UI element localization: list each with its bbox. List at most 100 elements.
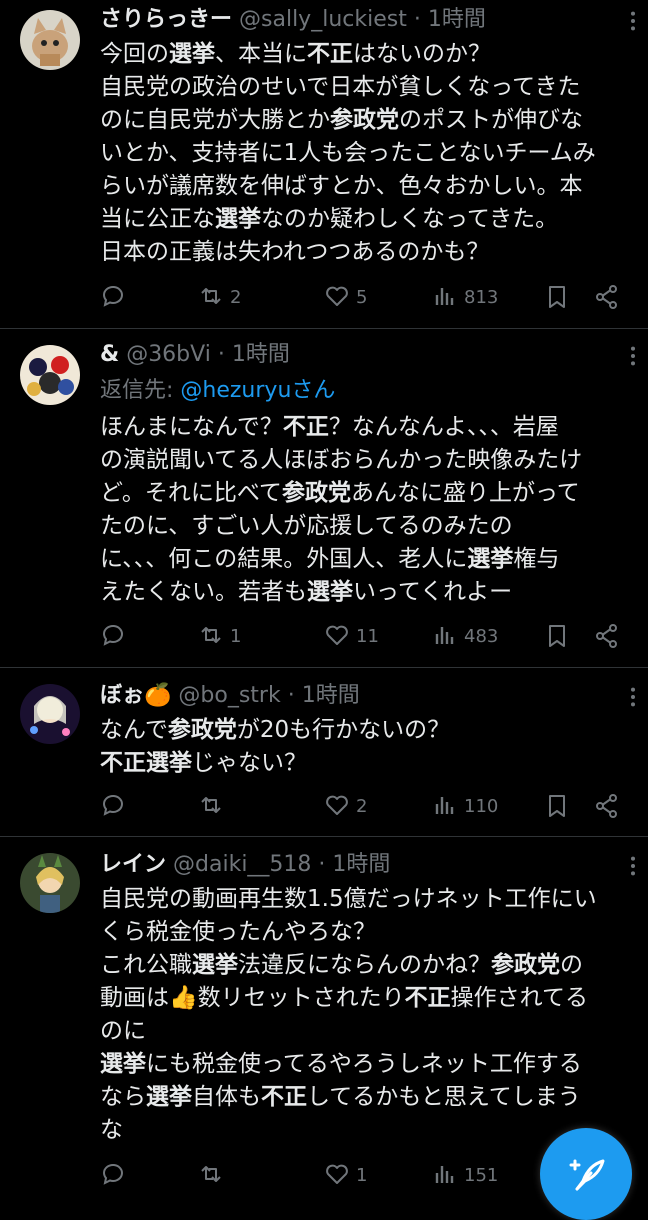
reply-to-line: 返信先: @hezuryuさん [100,373,630,411]
more-icon[interactable] [622,686,644,708]
retweet-button[interactable]: 1 [198,616,241,656]
share-button[interactable] [594,616,626,656]
share-button[interactable] [594,786,626,826]
timestamp[interactable]: 1時間 [232,342,290,367]
bookmark-button[interactable] [544,786,576,826]
tweet-1[interactable]: さりらっきー @sally_luckiest · 1時間 今回の選挙、本当に不正… [0,0,648,329]
avatar[interactable] [20,10,80,70]
timestamp[interactable]: 1時間 [332,852,390,877]
user-handle[interactable]: @36bVi [126,342,211,367]
retweet-button[interactable] [198,1155,230,1195]
text-segment: 操作されてる [450,985,588,1011]
highlighted-keyword: 選挙 [169,41,215,67]
text-segment: ど。それに比べて [100,480,282,506]
retweet-icon [201,1166,221,1182]
compose-button[interactable] [540,1128,632,1220]
views-icon [435,288,454,305]
text-segment: の [560,952,583,978]
more-icon[interactable] [622,855,644,877]
tweet-text-line: 自民党の政治のせいで日本が貧しくなってきた [100,71,630,104]
views-button[interactable]: 151 [432,1155,498,1195]
text-segment: 、本当に [215,41,307,67]
views-icon [435,627,454,644]
views-count: 483 [464,625,499,647]
text-segment: に、、、何この結果。外国人、老人に [100,546,468,572]
tweet-text-line: なら選挙自体も不正してるかもと思えてしまう [100,1081,630,1114]
text-segment: これ公職 [100,952,192,978]
views-button[interactable]: 813 [432,277,498,317]
bookmark-button[interactable] [544,277,576,317]
more-icon[interactable] [622,345,644,367]
display-name[interactable]: & [100,342,119,367]
reply-button[interactable] [100,1155,132,1195]
like-count: 2 [356,795,368,817]
like-button[interactable]: 5 [324,277,367,317]
display-name[interactable]: ぼぉ🍊 [100,683,171,708]
display-name[interactable]: さりらっきー [100,7,232,32]
retweet-icon [201,288,221,304]
avatar[interactable] [20,345,80,405]
reply-button[interactable] [100,616,132,656]
share-button[interactable] [594,277,626,317]
tweet-2[interactable]: & @36bVi · 1時間 返信先: @hezuryuさん ほんまになんで？不… [0,329,648,668]
user-handle[interactable]: @sally_luckiest [239,7,407,32]
tweet-text-line: な [100,1114,630,1147]
separator-dot: · [318,852,326,877]
reply-button[interactable] [100,786,132,826]
reply-icon [102,285,123,307]
retweet-button[interactable] [198,786,230,826]
like-icon [326,795,348,815]
separator-dot: · [217,342,225,367]
reply-icon [102,1163,123,1185]
tweet-actions: 2 110 [100,786,630,826]
text-segment: ほんまになんで？ [100,414,283,440]
like-button[interactable]: 2 [324,786,367,826]
separator-dot: · [287,683,295,708]
user-handle[interactable]: @daiki__518 [173,852,311,877]
display-name[interactable]: レイン [100,852,166,877]
avatar[interactable] [20,684,80,744]
text-segment: が20も行かないの？ [236,717,451,743]
text-segment: 自民党の動画再生数1.5億だっけネット工作にい [100,886,597,912]
tweet-text-line: 動画は👍数リセットされたり不正操作されてる [100,982,630,1015]
bookmark-button[interactable] [544,616,576,656]
tweet-text-line: らいが議席数を伸ばすとか、色々おかしい。本 [100,170,630,203]
reply-to-mention[interactable]: @hezuryu [180,378,291,403]
retweet-count: 1 [230,625,242,647]
retweet-button[interactable]: 2 [198,277,241,317]
avatar[interactable] [20,853,80,913]
like-icon [326,625,348,645]
highlighted-keyword: 選挙 [100,1051,146,1077]
text-segment: いってくれよー [353,579,513,605]
highlighted-keyword: 参政党 [281,480,351,506]
timestamp[interactable]: 1時間 [302,683,360,708]
like-button[interactable]: 1 [324,1155,367,1195]
views-count: 813 [464,286,499,308]
reply-button[interactable] [100,277,132,317]
highlighted-keyword: 参政党 [167,717,237,743]
like-button[interactable]: 11 [324,616,379,656]
text-segment: 当に公正な [100,206,215,232]
reply-icon [102,794,123,816]
views-button[interactable]: 483 [432,616,498,656]
highlighted-keyword: 不正 [307,41,353,67]
user-handle[interactable]: @bo_strk [178,683,280,708]
tweet-text-line: いとか、支持者に1人も会ったことないチームみ [100,137,630,170]
highlighted-keyword: 選挙 [192,952,238,978]
views-icon [435,1166,454,1183]
reply-to-prefix: 返信先: [100,378,181,403]
timestamp[interactable]: 1時間 [428,7,486,32]
compose-icon [569,1159,605,1191]
text-segment: 日本の正義は失われつつあるのかも？ [100,239,490,265]
views-count: 110 [464,795,499,817]
tweet-text-line: 日本の正義は失われつつあるのかも？ [100,236,630,269]
tweet-text-line: えたくない。若者も選挙いってくれよー [100,576,630,609]
tweet-actions: 2 5 813 [100,277,630,317]
more-icon[interactable] [622,10,644,32]
views-button[interactable]: 110 [432,786,498,826]
highlighted-keyword: 選挙 [215,206,261,232]
tweet-text-line: に、、、何この結果。外国人、老人に選挙権与 [100,543,630,576]
views-count: 151 [464,1164,499,1186]
tweet-3[interactable]: ぼぉ🍊 @bo_strk · 1時間 なんで参政党が20も行かないの？ 不正選挙じ… [0,668,648,837]
text-segment: なら [100,1084,146,1110]
